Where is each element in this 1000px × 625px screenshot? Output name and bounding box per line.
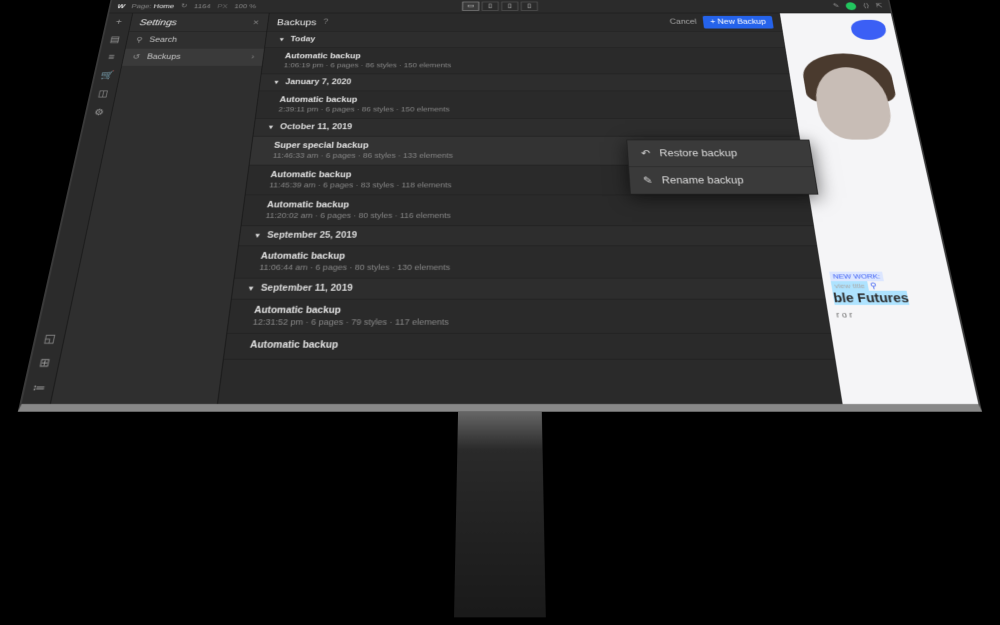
context-menu: ↶ Restore backup ✎ Rename backup (626, 139, 818, 194)
backup-meta: 11:20:02 am · 6 pages · 80 styles · 116 … (265, 211, 790, 219)
add-icon[interactable]: + (112, 17, 126, 26)
context-menu-item[interactable]: ↶ Restore backup (627, 140, 813, 167)
ecommerce-icon[interactable]: 🛒 (100, 70, 115, 80)
backup-name: Automatic backup (254, 305, 805, 315)
backup-meta: 11:06:44 am · 6 pages · 80 styles · 130 … (259, 263, 798, 272)
settings-item-label: Search (149, 36, 178, 43)
backup-date-header[interactable]: ▼ September 11, 2019 (232, 278, 826, 299)
backup-date-label: Today (290, 35, 316, 42)
search-icon: ⚲ (135, 36, 143, 43)
backup-item[interactable]: Automatic backup 11:06:44 am · 6 pages · … (235, 246, 823, 278)
pencil-icon: ✎ (643, 174, 653, 185)
pages-icon[interactable]: ▤ (108, 34, 122, 43)
backup-item[interactable]: Automatic backup 12:31:52 pm · 6 pages · … (227, 299, 831, 333)
backup-item[interactable]: Automatic backup 11:20:02 am · 6 pages · … (241, 195, 814, 226)
context-menu-label: Restore backup (659, 147, 738, 158)
device-mobile-icon[interactable]: ▯ (521, 1, 538, 10)
backup-date-header[interactable]: ▼ October 11, 2019 (253, 118, 799, 136)
backup-meta: 2:39:11 pm · 6 pages · 86 styles · 150 e… (278, 105, 774, 112)
monitor-stand (454, 411, 546, 617)
audit-icon[interactable]: ⊞ (36, 356, 53, 369)
backups-list: ▼TodayAutomatic backup1:06:19 pm · 6 pag… (224, 31, 836, 359)
device-tablet-portrait-icon[interactable]: ▯ (501, 1, 518, 10)
device-desktop-icon[interactable]: ▭ (462, 1, 479, 10)
decorative-blob (849, 19, 888, 39)
top-bar: W Page: Home ↻ 1164 PX 100 % ▭ ▯ ▯ ▯ ✎ (109, 0, 891, 13)
backup-meta: 12:31:52 pm · 6 pages · 79 styles · 117 … (252, 317, 806, 326)
context-menu-item[interactable]: ✎ Rename backup (629, 167, 817, 194)
new-backup-button[interactable]: + New Backup (703, 16, 774, 29)
assets-icon[interactable]: ◫ (96, 88, 111, 98)
caret-down-icon: ▼ (253, 231, 262, 238)
backup-date-label: October 11, 2019 (279, 123, 352, 131)
device-switcher: ▭ ▯ ▯ ▯ (462, 1, 538, 10)
brush-icon[interactable]: ✎ (832, 2, 840, 9)
grid-icon[interactable]: ≔ (31, 380, 48, 394)
refresh-icon[interactable]: ↻ (180, 2, 188, 9)
settings-item-backups[interactable]: ↺ Backups › (122, 48, 264, 65)
device-tablet-icon[interactable]: ▯ (482, 1, 499, 10)
backup-name: Automatic backup (279, 96, 773, 104)
cms-icon[interactable]: ≡ (104, 52, 118, 62)
backup-date-label: September 11, 2019 (260, 283, 353, 293)
backup-item[interactable]: Automatic backup2:39:11 pm · 6 pages · 8… (256, 91, 797, 119)
caret-down-icon: ▼ (278, 36, 286, 42)
backup-name: Automatic backup (249, 340, 809, 350)
help-icon[interactable]: ◱ (41, 332, 58, 345)
canvas-width: 1164 (194, 2, 212, 8)
settings-item-label: Backups (146, 53, 181, 61)
backup-item[interactable]: Automatic backup (224, 333, 836, 359)
context-menu-label: Rename backup (661, 174, 744, 185)
backup-name: Automatic backup (266, 200, 788, 209)
code-icon[interactable]: ⟨⟩ (862, 2, 869, 9)
backups-panel: Backups ? Cancel + New Backup ▼ Today Auto… (218, 13, 843, 404)
restore-icon: ↶ (641, 147, 651, 158)
caret-down-icon: ▼ (267, 123, 275, 130)
canvas-tag-2: view title (831, 281, 869, 291)
backup-date-label: September 25, 2019 (267, 231, 358, 240)
chevron-right-icon: › (251, 53, 255, 61)
backup-date-header[interactable]: ▼ January 7, 2020 (259, 74, 792, 91)
cancel-button[interactable]: Cancel (670, 18, 697, 25)
backup-meta: 1:06:19 pm · 6 pages · 86 styles · 150 e… (283, 61, 767, 68)
zoom-level: 100 % (234, 2, 257, 8)
app-logo: W (117, 2, 126, 8)
backup-date-label: January 7, 2020 (285, 78, 352, 86)
history-icon: ↺ (132, 53, 141, 61)
canvas-subtext: r o r (836, 310, 952, 319)
canvas-tag: NEW WORK: (829, 271, 884, 281)
backup-name: Automatic backup (284, 52, 766, 60)
help-icon[interactable]: ? (323, 18, 328, 25)
settings-item-search[interactable]: ⚲ Search (126, 31, 267, 48)
backup-name: Automatic backup (260, 252, 796, 261)
caret-down-icon: ▼ (273, 79, 281, 85)
backup-date-header[interactable]: ▼ Today (265, 31, 785, 47)
backups-header: Backups ? Cancel + New Backup (267, 13, 783, 32)
backup-item[interactable]: Automatic backup1:06:19 pm · 6 pages · 8… (262, 48, 790, 74)
canvas-headline: ble Futures (832, 290, 948, 304)
backup-date-header[interactable]: ▼ September 25, 2019 (239, 226, 817, 246)
close-icon[interactable]: × (252, 17, 259, 26)
settings-icon[interactable]: ⚙ (92, 107, 107, 117)
settings-panel-header: Settings × (129, 13, 269, 32)
app-screen: W Page: Home ↻ 1164 PX 100 % ▭ ▯ ▯ ▯ ✎ (18, 0, 983, 411)
caret-down-icon: ▼ (247, 284, 256, 292)
export-icon[interactable]: ⇱ (875, 2, 883, 9)
status-dot (845, 2, 857, 10)
breadcrumb[interactable]: Page: Home (131, 2, 175, 8)
